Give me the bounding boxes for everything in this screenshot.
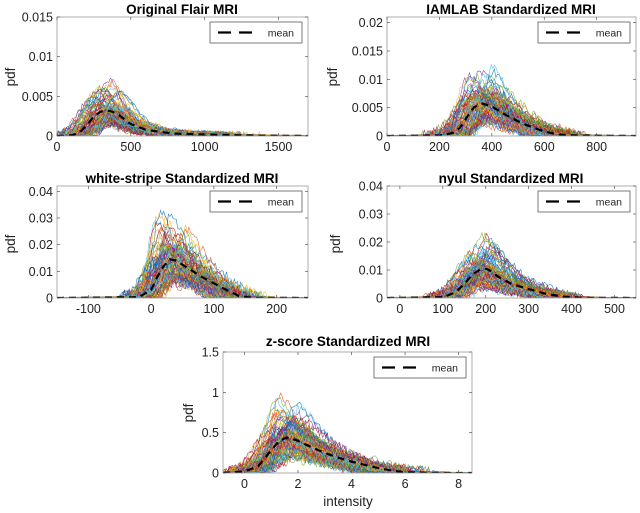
y-tick-label: 0.01 xyxy=(359,264,383,278)
x-tick-label: 0 xyxy=(54,140,61,154)
panel-white-stripe: white-stripe Standardized MRI pdf -100 0 1… xyxy=(3,171,309,316)
y-tick-label: 0.04 xyxy=(29,185,53,199)
y-tick-label: 0 xyxy=(46,292,53,306)
y-tick-label: 0 xyxy=(212,467,219,481)
legend-label: mean xyxy=(268,28,294,40)
legend: mean xyxy=(537,190,631,213)
x-tick-label: 500 xyxy=(604,302,625,316)
y-tick-label: 0.04 xyxy=(359,180,383,194)
chart-title: nyul Standardized MRI xyxy=(439,171,584,186)
x-tick-label: 500 xyxy=(120,140,141,154)
plot-area xyxy=(387,231,636,298)
y-tick-label: 0.015 xyxy=(352,45,383,59)
chart-title: Original Flair MRI xyxy=(126,2,238,17)
y-tick-label: 0.5 xyxy=(202,426,219,440)
y-axis-label: pdf xyxy=(181,403,196,422)
y-axis-label: pdf xyxy=(328,234,343,253)
y-tick-label: 0.02 xyxy=(29,238,53,252)
legend-label: mean xyxy=(596,197,622,209)
x-tick-label: 4 xyxy=(348,477,355,491)
x-tick-label: 1000 xyxy=(191,140,219,154)
x-tick-label: 400 xyxy=(561,302,582,316)
x-tick-label: 100 xyxy=(432,302,453,316)
y-tick-label: 0 xyxy=(376,292,383,306)
x-tick-label: 0 xyxy=(148,302,155,316)
y-tick-label: 0.02 xyxy=(359,16,383,30)
panel-iamlab: IAMLAB Standardized MRI pdf 0 200 400 600 80… xyxy=(325,2,637,154)
y-tick-label: 0.03 xyxy=(359,208,383,222)
x-tick-label: 200 xyxy=(266,302,287,316)
x-tick-label: 100 xyxy=(203,302,224,316)
y-tick-label: 0.02 xyxy=(359,236,383,250)
legend-label: mean xyxy=(432,363,458,375)
panel-nyul: nyul Standardized MRI pdf 0 100 200 300 400 5… xyxy=(328,171,637,316)
x-tick-label: -100 xyxy=(76,302,101,316)
y-tick-label: 1.5 xyxy=(202,346,219,360)
y-tick-label: 0.01 xyxy=(359,73,383,87)
x-tick-label: 0 xyxy=(241,477,248,491)
y-tick-label: 1 xyxy=(212,386,219,400)
y-tick-label: 0.03 xyxy=(29,212,53,226)
x-tick-label: 200 xyxy=(429,140,450,154)
y-axis-label: pdf xyxy=(325,67,340,86)
figure: Original Flair MRI pdf 0 500 1000 150000.00… xyxy=(3,2,637,509)
legend-label: mean xyxy=(596,28,622,40)
plot-area xyxy=(57,209,308,298)
panel-z-score: z-score Standardized MRI pdf intensity 0… xyxy=(181,334,473,509)
chart-title: white-stripe Standardized MRI xyxy=(85,171,279,186)
plot-area xyxy=(387,63,636,136)
x-tick-label: 400 xyxy=(481,140,502,154)
y-tick-label: 0.005 xyxy=(352,101,383,115)
x-tick-label: 6 xyxy=(402,477,409,491)
legend: mean xyxy=(373,356,467,379)
y-axis-label: pdf xyxy=(3,67,18,86)
x-tick-label: 0 xyxy=(396,302,403,316)
legend: mean xyxy=(209,21,303,44)
y-tick-label: 0 xyxy=(46,130,53,144)
x-tick-label: 800 xyxy=(586,140,607,154)
chart-title: IAMLAB Standardized MRI xyxy=(426,2,596,17)
y-tick-label: 0.01 xyxy=(29,50,53,64)
x-tick-label: 2 xyxy=(294,477,301,491)
y-tick-label: 0.005 xyxy=(22,90,53,104)
x-tick-label: 600 xyxy=(534,140,555,154)
y-tick-label: 0 xyxy=(376,130,383,144)
legend-label: mean xyxy=(268,197,294,209)
y-axis-label: pdf xyxy=(3,234,18,253)
x-tick-label: 8 xyxy=(455,477,462,491)
x-tick-label: 200 xyxy=(475,302,496,316)
legend: mean xyxy=(209,190,303,213)
x-tick-label: 1500 xyxy=(265,140,293,154)
x-tick-label: 0 xyxy=(384,140,391,154)
y-tick-label: 0.01 xyxy=(29,265,53,279)
y-tick-label: 0.015 xyxy=(22,11,53,25)
x-axis-label: intensity xyxy=(323,494,373,509)
plot-area xyxy=(57,77,308,136)
panel-original-flair: Original Flair MRI pdf 0 500 1000 1500 0 0.00… xyxy=(3,2,309,154)
plot-area xyxy=(223,392,472,473)
x-tick-label: 300 xyxy=(518,302,539,316)
legend: mean xyxy=(537,21,631,44)
chart-title: z-score Standardized MRI xyxy=(266,334,430,349)
